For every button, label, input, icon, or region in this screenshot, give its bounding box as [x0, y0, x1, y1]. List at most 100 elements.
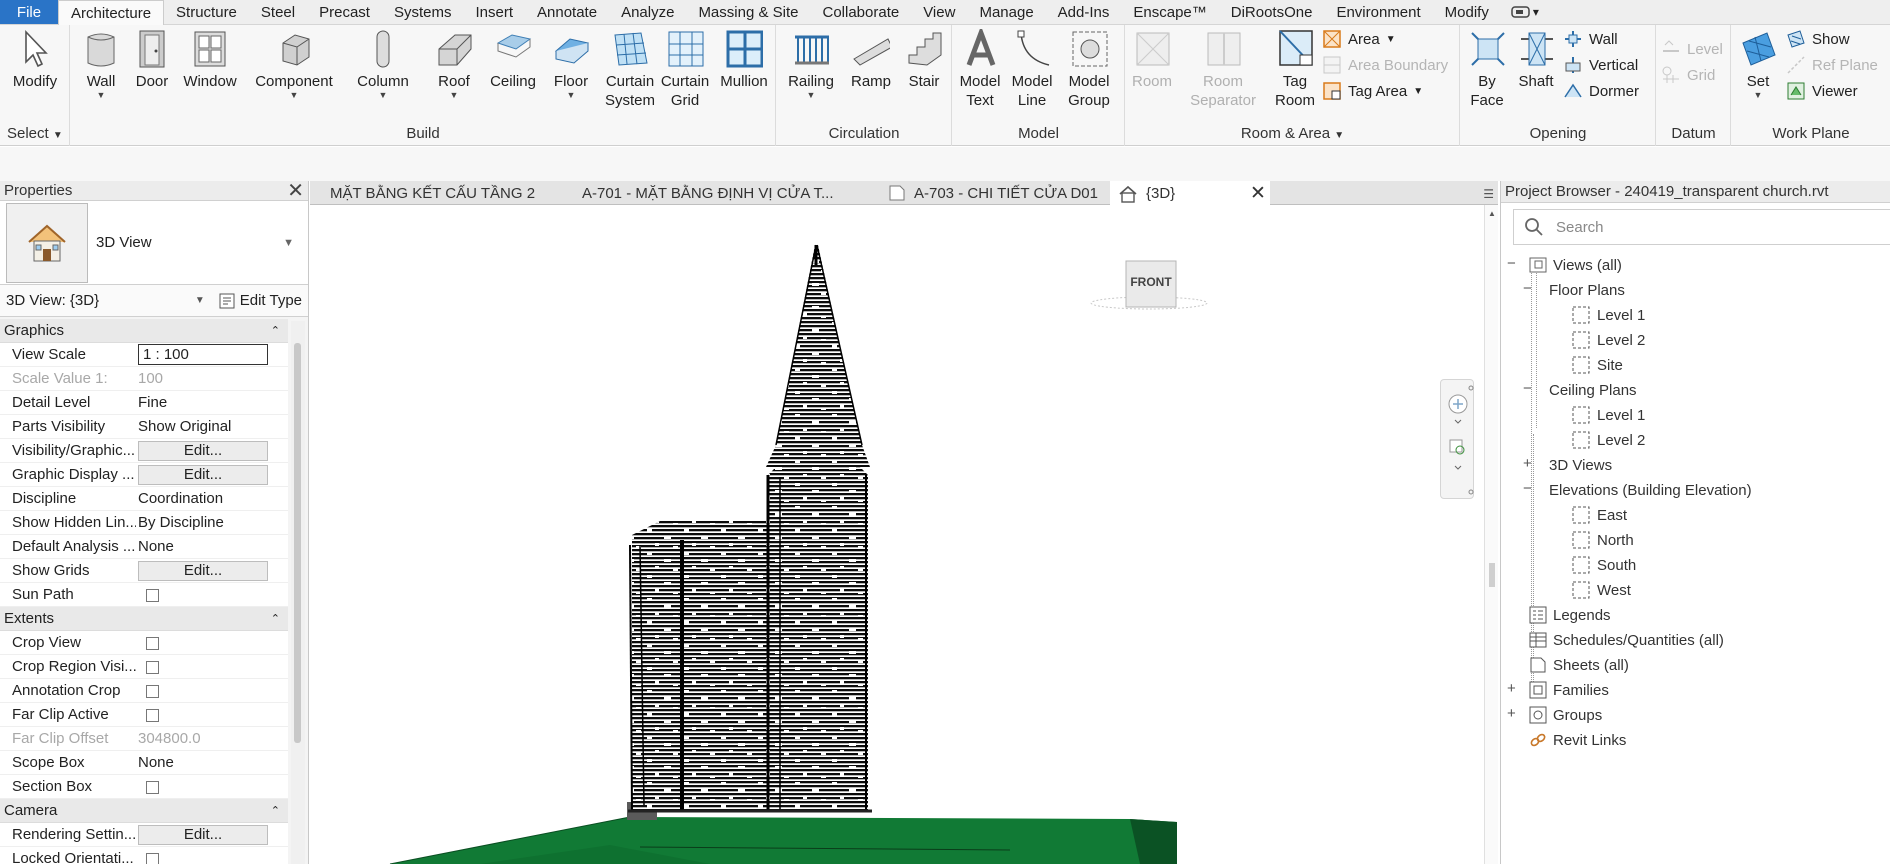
mullion-button[interactable]: Mullion: [716, 29, 772, 91]
tab-manage[interactable]: Manage: [967, 0, 1045, 24]
view-tab-3d[interactable]: {3D} ✕: [1110, 181, 1270, 206]
edit-button[interactable]: Edit...: [138, 824, 268, 845]
tab-structure[interactable]: Structure: [164, 0, 249, 24]
room-area-panel-label[interactable]: Room & Area ▼: [1126, 125, 1459, 142]
edit-type-button[interactable]: Edit Type: [219, 292, 302, 309]
dormer-button[interactable]: Dormer: [1563, 81, 1639, 101]
window-button[interactable]: Window: [180, 29, 240, 91]
shaft-button[interactable]: Shaft: [1511, 29, 1561, 91]
tab-collaborate[interactable]: Collaborate: [810, 0, 911, 24]
grid-button[interactable]: Grid: [1661, 65, 1715, 85]
property-checkbox[interactable]: [146, 636, 159, 650]
tree-ceiling-plans[interactable]: Ceiling Plans: [1549, 378, 1637, 402]
tab-systems[interactable]: Systems: [382, 0, 464, 24]
tree-floor-plan-site[interactable]: Site: [1571, 353, 1623, 377]
collapse-toggle[interactable]: −: [1507, 255, 1516, 272]
area-button[interactable]: Area ▼: [1322, 29, 1396, 49]
property-value[interactable]: By Discipline: [138, 514, 224, 531]
ref-plane-button[interactable]: Ref Plane: [1786, 55, 1878, 75]
viewer-button[interactable]: Viewer: [1786, 81, 1858, 101]
chevron-up-icon[interactable]: ▲: [1488, 209, 1496, 218]
tree-floor-plans[interactable]: Floor Plans: [1549, 278, 1625, 302]
file-tab[interactable]: File: [0, 0, 58, 24]
property-value[interactable]: Coordination: [138, 490, 223, 507]
tab-modify[interactable]: Modify: [1433, 0, 1501, 24]
tree-floor-plan-level-1[interactable]: Level 1: [1571, 303, 1645, 327]
tab-dirootsone[interactable]: DiRootsOne: [1219, 0, 1325, 24]
tree-3d-views[interactable]: 3D Views: [1549, 453, 1612, 477]
model-group-button[interactable]: Model Group: [1059, 29, 1119, 110]
wall-opening-button[interactable]: Wall: [1563, 29, 1618, 49]
view-tab-a701[interactable]: A-701 - MẶT BẰNG ĐỊNH VỊ CỬA T...: [566, 181, 833, 205]
by-face-button[interactable]: By Face: [1465, 29, 1509, 110]
property-group-graphics[interactable]: Graphics ⌃: [0, 319, 288, 343]
property-value[interactable]: None: [138, 754, 174, 771]
church-model[interactable]: [310, 205, 1484, 864]
tab-massing-site[interactable]: Massing & Site: [686, 0, 810, 24]
edit-button[interactable]: Edit...: [138, 560, 268, 581]
tab-architecture[interactable]: Architecture: [58, 0, 165, 26]
tree-elevation-north[interactable]: North: [1571, 528, 1634, 552]
view-scrollbar[interactable]: ▲: [1484, 205, 1498, 864]
column-button[interactable]: Column ▼: [353, 29, 413, 100]
model-text-button[interactable]: Model Text: [955, 29, 1005, 110]
property-checkbox[interactable]: [146, 660, 159, 674]
tree-legends[interactable]: Legends: [1529, 603, 1611, 627]
property-group-camera[interactable]: Camera ⌃: [0, 799, 288, 823]
modify-button[interactable]: Modify: [6, 29, 64, 91]
close-icon[interactable]: ✕: [1250, 182, 1266, 205]
ribbon-options-dropdown[interactable]: ▾: [1501, 0, 1549, 24]
tree-elevation-west[interactable]: West: [1571, 578, 1631, 602]
ramp-button[interactable]: Ramp: [847, 29, 895, 91]
tab-steel[interactable]: Steel: [249, 0, 307, 24]
component-button[interactable]: Component ▼: [251, 29, 337, 100]
properties-scrollbar[interactable]: [291, 321, 305, 864]
view-tab-structural-plan[interactable]: MẶT BẰNG KẾT CẤU TẦNG 2: [314, 181, 535, 205]
expand-toggle[interactable]: +: [1507, 705, 1516, 722]
collapse-toggle[interactable]: −: [1523, 480, 1532, 497]
collapse-icon[interactable]: ⌃: [271, 612, 280, 625]
tab-list-dropdown[interactable]: ☰: [1483, 187, 1494, 201]
type-selector[interactable]: 3D View ▼: [0, 201, 308, 285]
search-input[interactable]: Search: [1556, 219, 1604, 236]
room-separator-button[interactable]: Room Separator: [1184, 29, 1262, 110]
edit-button[interactable]: Edit...: [138, 464, 268, 485]
tab-enscape[interactable]: Enscape™: [1121, 0, 1218, 24]
tree-revit-links[interactable]: Revit Links: [1529, 728, 1626, 752]
property-value[interactable]: Fine: [138, 394, 167, 411]
tab-view[interactable]: View: [911, 0, 967, 24]
tree-sheets[interactable]: Sheets (all): [1529, 653, 1629, 677]
floor-button[interactable]: Floor ▼: [549, 29, 593, 100]
collapse-toggle[interactable]: −: [1523, 380, 1532, 397]
viewcube-face-label[interactable]: FRONT: [1126, 275, 1176, 289]
property-value[interactable]: Show Original: [138, 418, 231, 435]
tree-elevation-east[interactable]: East: [1571, 503, 1627, 527]
tree-families[interactable]: Families: [1529, 678, 1609, 702]
instance-filter[interactable]: 3D View: {3D}: [6, 292, 195, 309]
model-line-button[interactable]: Model Line: [1007, 29, 1057, 110]
edit-button[interactable]: Edit...: [138, 440, 268, 461]
tree-views-all[interactable]: Views (all): [1529, 253, 1622, 277]
stair-button[interactable]: Stair: [901, 29, 947, 91]
browser-search[interactable]: Search: [1513, 209, 1890, 245]
tree-schedules[interactable]: Schedules/Quantities (all): [1529, 628, 1724, 652]
close-icon[interactable]: ✕: [287, 181, 304, 201]
property-checkbox[interactable]: [146, 708, 159, 722]
curtain-system-button[interactable]: Curtain System: [602, 29, 658, 110]
property-group-extents[interactable]: Extents ⌃: [0, 607, 288, 631]
3d-view-canvas[interactable]: FRONT: [310, 205, 1484, 864]
scrollbar-thumb[interactable]: [294, 343, 301, 743]
roof-button[interactable]: Roof ▼: [433, 29, 475, 100]
tag-area-button[interactable]: Tag Area ▼: [1322, 81, 1423, 101]
expand-toggle[interactable]: +: [1523, 455, 1532, 472]
tree-elevation-south[interactable]: South: [1571, 553, 1636, 577]
scrollbar-thumb[interactable]: [1489, 563, 1495, 587]
tree-floor-plan-level-2[interactable]: Level 2: [1571, 328, 1645, 352]
door-button[interactable]: Door: [132, 29, 172, 91]
viewcube[interactable]: FRONT: [1088, 257, 1210, 317]
chevron-down-icon[interactable]: ▼: [195, 295, 205, 306]
tab-annotate[interactable]: Annotate: [525, 0, 609, 24]
collapse-icon[interactable]: ⌃: [271, 804, 280, 817]
property-checkbox[interactable]: [146, 780, 159, 794]
view-tab-a703[interactable]: A-703 - CHI TIẾT CỬA D01: [880, 181, 1120, 205]
